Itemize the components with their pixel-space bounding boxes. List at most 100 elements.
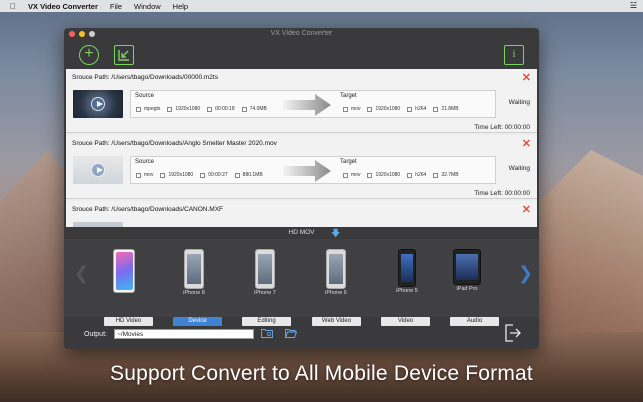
tab-audio[interactable]: Audio	[450, 317, 499, 326]
selected-format-bar[interactable]: HD MOV 🡇	[64, 227, 539, 239]
video-thumbnail	[73, 156, 123, 184]
device-name: iPhone 5	[396, 288, 418, 294]
task-status: Waiting	[508, 165, 530, 172]
source-label: Source	[135, 93, 155, 99]
window-title: VX Video Converter	[270, 30, 333, 37]
time-left: Time Left: 00:00:00	[474, 124, 530, 131]
app-window: VX Video Converter + i Srouce Path: /Use…	[64, 28, 539, 349]
source-duration: 00:00:27	[208, 172, 228, 178]
iphone-x-icon	[113, 249, 135, 293]
device-option[interactable]: iPhone 7	[240, 249, 290, 296]
tab-device[interactable]: Device	[173, 317, 222, 326]
task-list: Srouce Path: /Users/tbago/Downloads/0000…	[66, 69, 537, 227]
codec-icon	[407, 172, 413, 178]
task-item[interactable]: Srouce Path: /Users/tbago/Downloads/Angl…	[66, 135, 537, 199]
source-size: 74.0MB	[249, 106, 267, 112]
duration-icon	[200, 172, 206, 178]
play-icon[interactable]	[91, 97, 105, 111]
window-zoom-button[interactable]	[89, 31, 95, 37]
task-status: Waiting	[508, 99, 530, 106]
target-codec: h264	[415, 106, 427, 112]
chevron-right-icon[interactable]: ❯	[518, 263, 533, 284]
resolution-icon	[367, 172, 373, 178]
device-option[interactable]: iPhone 8	[169, 249, 219, 296]
device-option[interactable]: iPhone 5	[382, 249, 432, 294]
tab-editing[interactable]: Editing	[242, 317, 291, 326]
import-button[interactable]	[114, 45, 134, 65]
device-option[interactable]: iPhone 6	[311, 249, 361, 296]
control-center-icon[interactable]: ☱	[630, 1, 637, 10]
source-resolution: 1920x1080	[168, 172, 194, 178]
source-format: mov	[144, 172, 154, 178]
source-format: mpegts	[144, 106, 161, 112]
iphone-5-icon	[398, 249, 416, 287]
source-label: Source	[135, 159, 155, 165]
target-label: Target	[340, 159, 357, 165]
convert-arrow-icon	[283, 94, 331, 116]
target-resolution: 1920x1080	[375, 172, 401, 178]
info-icon: i	[512, 48, 516, 60]
target-info: mov 1920x1080 h264 32.7MB	[343, 172, 466, 178]
device-name: iPhone 8	[183, 290, 205, 296]
menu-help[interactable]: Help	[173, 2, 188, 11]
output-section: Output:	[64, 326, 539, 349]
target-size: 32.7MB	[441, 172, 459, 178]
selected-format-label: HD MOV	[288, 229, 315, 236]
promo-caption: Support Convert to All Mobile Device For…	[110, 362, 533, 385]
folder-search-icon[interactable]	[261, 328, 273, 338]
iphone-8-icon	[184, 249, 204, 289]
import-arrow-icon	[118, 50, 129, 61]
add-file-button[interactable]: +	[79, 45, 99, 65]
size-icon	[241, 106, 247, 112]
source-duration: 00:00:18	[215, 106, 235, 112]
target-codec: h264	[415, 172, 427, 178]
apple-icon[interactable]: 	[10, 2, 16, 11]
task-item[interactable]: Srouce Path: /Users/tbago/Downloads/0000…	[66, 69, 537, 133]
plus-icon: +	[84, 45, 94, 62]
device-carousel: ❮ iPhone 8 iPhone 7 iPhone 6 iPhone 5 iP…	[64, 239, 539, 317]
delete-task-icon[interactable]: ✕	[522, 71, 531, 84]
task-source-path: Srouce Path: /Users/tbago/Downloads/0000…	[72, 74, 218, 81]
device-option[interactable]	[99, 249, 149, 294]
window-close-button[interactable]	[69, 31, 75, 37]
output-path-field[interactable]	[114, 329, 254, 339]
time-left: Time Left: 00:00:00	[474, 190, 530, 197]
tab-video[interactable]: Video	[381, 317, 430, 326]
iphone-7-icon	[255, 249, 275, 289]
target-info: mov 1920x1080 h264 21.8MB	[343, 106, 466, 112]
play-icon[interactable]	[91, 163, 105, 177]
window-minimize-button[interactable]	[79, 31, 85, 37]
format-icon	[343, 106, 348, 112]
iphone-6-icon	[326, 249, 346, 289]
source-info: mpegts 1920x1080 00:00:18 74.0MB	[136, 106, 274, 112]
target-label: Target	[340, 93, 357, 99]
delete-task-icon[interactable]: ✕	[522, 137, 531, 150]
menu-window[interactable]: Window	[134, 2, 161, 11]
folder-open-icon[interactable]	[285, 328, 297, 338]
menu-file[interactable]: File	[110, 2, 122, 11]
chevron-left-icon[interactable]: ❮	[74, 263, 89, 284]
task-item[interactable]: Srouce Path: /Users/tbago/Downloads/CANO…	[66, 201, 537, 227]
convert-start-button[interactable]	[504, 324, 522, 342]
delete-task-icon[interactable]: ✕	[522, 203, 531, 216]
info-button[interactable]: i	[504, 45, 524, 65]
task-source-path: Srouce Path: /Users/tbago/Downloads/Angl…	[72, 140, 277, 147]
menu-app-name[interactable]: VX Video Converter	[28, 2, 98, 11]
format-icon	[136, 172, 141, 178]
tab-web-video[interactable]: Web Video	[312, 317, 361, 326]
size-icon	[433, 172, 439, 178]
device-name: iPad Pro	[456, 286, 478, 292]
conversion-panel: Source mpegts 1920x1080 00:00:18 74.0MB …	[130, 90, 496, 118]
target-size: 21.8MB	[441, 106, 459, 112]
resolution-icon	[167, 106, 173, 112]
video-thumbnail	[73, 90, 123, 118]
tab-hd-video[interactable]: HD Video	[104, 317, 153, 326]
format-icon	[343, 172, 348, 178]
resolution-icon	[160, 172, 166, 178]
ipad-pro-icon	[453, 249, 481, 285]
source-resolution: 1920x1080	[175, 106, 201, 112]
device-name: iPhone 7	[254, 290, 276, 296]
convert-arrow-icon	[283, 160, 331, 182]
conversion-panel: Source mov 1920x1080 00:00:27 880.1MB Ta…	[130, 156, 496, 184]
device-option[interactable]: iPad Pro	[442, 249, 492, 292]
